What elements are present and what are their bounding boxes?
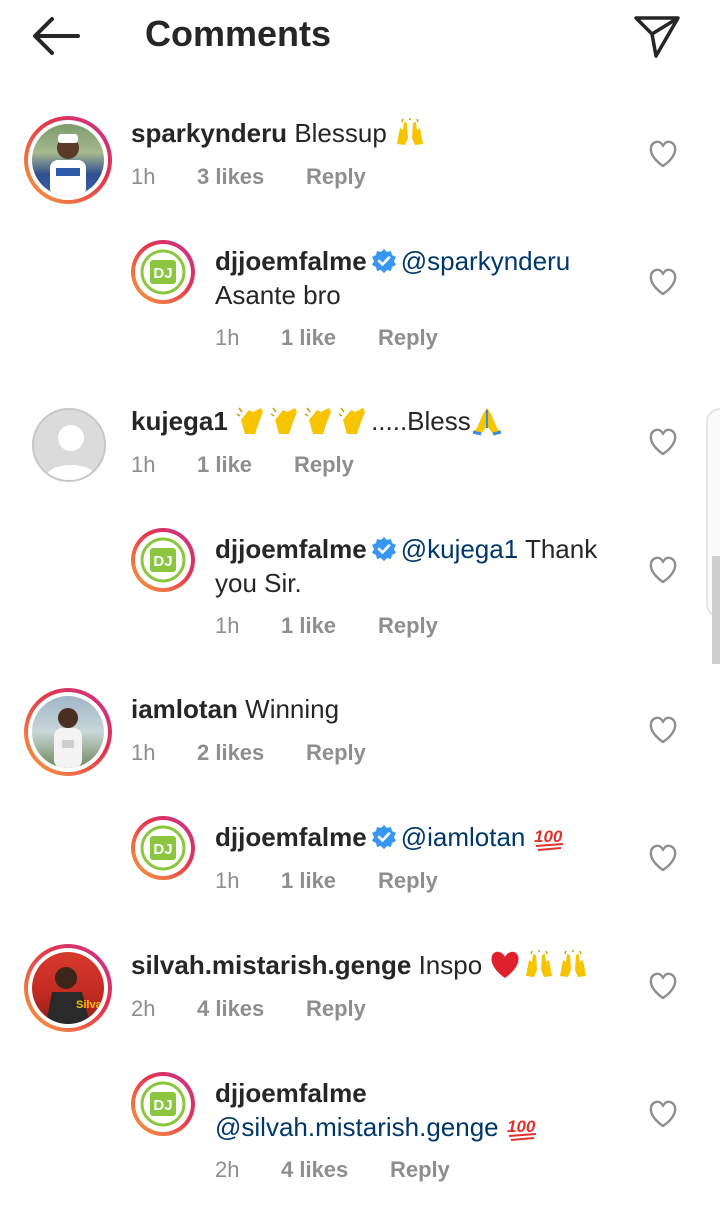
comment-text: Asante bro	[215, 280, 341, 310]
reply-button[interactable]: Reply	[378, 613, 438, 639]
verified-badge-icon	[371, 249, 396, 273]
comment-text: Blessup	[294, 118, 387, 148]
svg-text:DJ: DJ	[153, 553, 172, 570]
dj-logo-icon: DJ	[140, 249, 186, 295]
svg-text:DJ: DJ	[153, 1097, 172, 1114]
avatar[interactable]: DJ	[131, 528, 195, 592]
scrollbar[interactable]	[712, 556, 720, 664]
comment-text: Thank	[524, 534, 598, 564]
comment-time: 1h	[215, 325, 240, 350]
svg-text:100: 100	[534, 827, 563, 846]
dj-logo-icon: DJ	[140, 825, 186, 871]
clapping-hands-icon	[269, 406, 301, 436]
svg-text:DJ: DJ	[153, 265, 172, 282]
likes-count[interactable]: 1 like	[197, 452, 252, 478]
clapping-hands-icon	[235, 406, 267, 436]
send-button[interactable]	[632, 12, 682, 60]
comment-text: .....Bless	[371, 406, 471, 436]
comment-username[interactable]: djjoemfalme	[215, 246, 367, 276]
avatar[interactable]: Silvah	[24, 944, 112, 1032]
comment-time: 1h	[131, 164, 156, 189]
likes-count[interactable]: 1 like	[281, 325, 336, 351]
svg-text:Silvah: Silvah	[76, 999, 104, 1011]
avatar[interactable]: DJ	[131, 816, 195, 880]
clapping-hands-icon	[303, 406, 335, 436]
comment-time: 1h	[131, 452, 156, 477]
reply-button[interactable]: Reply	[378, 868, 438, 894]
svg-text:100: 100	[507, 1117, 536, 1136]
reply-button[interactable]: Reply	[294, 452, 354, 478]
header-bar: Comments	[0, 0, 720, 72]
page-title: Comments	[145, 13, 332, 54]
svg-text:DJ: DJ	[153, 841, 172, 858]
mention-link[interactable]: @kujega1	[401, 534, 518, 564]
paper-plane-icon	[634, 16, 680, 58]
comment-time: 1h	[215, 868, 240, 893]
avatar[interactable]	[32, 408, 106, 482]
reply-button[interactable]: Reply	[306, 996, 366, 1022]
avatar[interactable]: DJ	[131, 1072, 195, 1136]
comment-username[interactable]: silvah.mistarish.genge	[131, 950, 411, 980]
reply-button[interactable]: Reply	[306, 164, 366, 190]
comment-username[interactable]: djjoemfalme	[215, 534, 367, 564]
likes-count[interactable]: 4 likes	[197, 996, 264, 1022]
raising-hands-icon	[394, 118, 426, 148]
comment-username[interactable]: iamlotan	[131, 694, 238, 724]
heart-icon[interactable]	[648, 716, 678, 744]
comment-text: Winning	[245, 694, 340, 724]
user-photo	[54, 708, 82, 768]
dj-logo-icon: DJ	[140, 1081, 186, 1127]
folded-hands-icon	[471, 406, 503, 436]
mention-link[interactable]: @sparkynderu	[401, 246, 570, 276]
heart-icon[interactable]	[648, 140, 678, 168]
verified-badge-icon	[371, 825, 396, 849]
avatar[interactable]	[24, 688, 112, 776]
comment-time: 1h	[215, 613, 240, 638]
heart-icon[interactable]	[648, 428, 678, 456]
reply-button[interactable]: Reply	[390, 1157, 450, 1183]
heart-icon[interactable]	[648, 1100, 678, 1128]
comment-username[interactable]: kujega1	[131, 406, 228, 436]
likes-count[interactable]: 2 likes	[197, 740, 264, 766]
verified-badge-icon	[371, 537, 396, 561]
dj-logo-icon: DJ	[140, 537, 186, 583]
hundred-points-icon: 100	[506, 1112, 538, 1142]
heart-icon[interactable]	[648, 972, 678, 1000]
avatar[interactable]: DJ	[131, 240, 195, 304]
likes-count[interactable]: 4 likes	[281, 1157, 348, 1183]
hundred-points-icon: 100	[533, 822, 565, 852]
comment-time: 1h	[131, 740, 156, 765]
likes-count[interactable]: 1 like	[281, 868, 336, 894]
comment-username[interactable]: sparkynderu	[131, 118, 287, 148]
likes-count[interactable]: 1 like	[281, 613, 336, 639]
raising-hands-icon	[557, 950, 589, 980]
arrow-left-icon	[33, 17, 80, 55]
likes-count[interactable]: 3 likes	[197, 164, 264, 190]
red-heart-icon	[489, 950, 521, 980]
comment-text: Inspo	[418, 950, 483, 980]
user-photo: Silvah	[46, 967, 104, 1024]
user-photo	[50, 134, 86, 196]
heart-icon[interactable]	[648, 844, 678, 872]
raising-hands-icon	[523, 950, 555, 980]
comment-username[interactable]: djjoemfalme	[215, 1078, 367, 1108]
comment-time: 2h	[131, 996, 156, 1021]
avatar[interactable]	[24, 116, 112, 204]
comment-username[interactable]: djjoemfalme	[215, 822, 367, 852]
reply-button[interactable]: Reply	[306, 740, 366, 766]
default-avatar-icon	[44, 425, 98, 480]
mention-link[interactable]: @silvah.mistarish.genge	[215, 1112, 499, 1142]
reply-button[interactable]: Reply	[378, 325, 438, 351]
comment-time: 2h	[215, 1157, 240, 1182]
mention-link[interactable]: @iamlotan	[401, 822, 526, 852]
heart-icon[interactable]	[648, 268, 678, 296]
comment-text: you Sir.	[215, 568, 302, 598]
heart-icon[interactable]	[648, 556, 678, 584]
clapping-hands-icon	[337, 406, 369, 436]
back-button[interactable]	[30, 14, 82, 58]
